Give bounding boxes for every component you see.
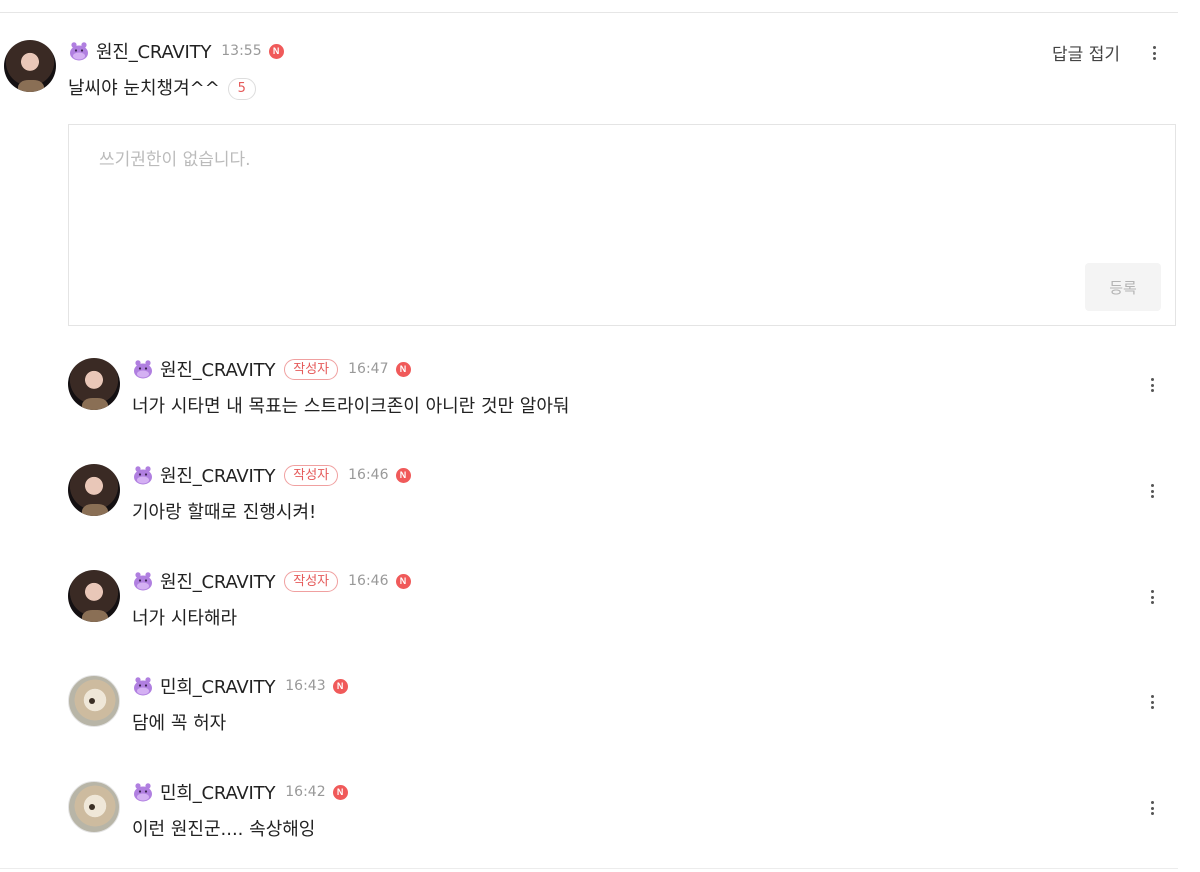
more-vertical-icon[interactable] — [1144, 797, 1160, 819]
naver-n-icon: N — [332, 784, 348, 800]
comment-time: 16:47 — [348, 361, 389, 377]
purple-hippo-icon — [134, 360, 152, 379]
purple-hippo-icon — [134, 466, 152, 485]
nickname[interactable]: 원진_CRAVITY — [160, 356, 275, 382]
comment-text: 이런 원진군.... 속상해잉 — [132, 819, 316, 840]
comment-time: 16:46 — [348, 467, 389, 483]
naver-n-icon: N — [332, 678, 348, 694]
comment-body: 날씨야 눈치챙겨^^ — [68, 78, 220, 99]
more-vertical-icon[interactable] — [1144, 691, 1160, 713]
reply-editor[interactable]: 쓰기권한이 없습니다. 등록 — [68, 124, 1176, 326]
bottom-divider — [0, 868, 1178, 869]
comment-header: 민희_CRAVITY 16:42 N — [132, 779, 348, 805]
reply-item: 원진_CRAVITY 작성자 16:46 N 기아랑 할때로 진행시켜! — [68, 462, 1174, 542]
naver-n-icon: N — [268, 43, 284, 59]
comment-header: 민희_CRAVITY 16:43 N — [132, 673, 348, 699]
naver-n-icon: N — [395, 573, 411, 589]
comment-text: 너가 시타해라 — [132, 608, 238, 629]
comment-time: 16:42 — [285, 784, 326, 800]
more-vertical-icon[interactable] — [1146, 42, 1162, 64]
submit-button[interactable]: 등록 — [1085, 263, 1161, 311]
comment-header: 원진_CRAVITY 13:55 N — [68, 38, 284, 64]
naver-n-icon: N — [395, 467, 411, 483]
avatar[interactable] — [68, 675, 120, 727]
nickname[interactable]: 원진_CRAVITY — [160, 568, 275, 594]
comment-text: 날씨야 눈치챙겨^^ 5 — [68, 74, 256, 100]
editor-placeholder: 쓰기권한이 없습니다. — [99, 150, 251, 170]
more-vertical-icon[interactable] — [1144, 586, 1160, 608]
reply-count-badge[interactable]: 5 — [227, 78, 256, 100]
top-divider — [0, 12, 1178, 13]
writer-badge: 작성자 — [284, 358, 339, 380]
reply-item: 민희_CRAVITY 16:43 N 담에 꼭 허자 — [68, 673, 1174, 753]
writer-badge: 작성자 — [284, 570, 339, 592]
comment-time: 13:55 — [221, 43, 262, 59]
nickname[interactable]: 원진_CRAVITY — [96, 38, 211, 64]
avatar[interactable] — [68, 358, 120, 410]
comment-header: 원진_CRAVITY 작성자 16:46 N — [132, 462, 411, 488]
avatar[interactable] — [68, 464, 120, 516]
naver-n-icon: N — [395, 361, 411, 377]
more-vertical-icon[interactable] — [1144, 374, 1160, 396]
nickname[interactable]: 원진_CRAVITY — [160, 462, 275, 488]
reply-item: 원진_CRAVITY 작성자 16:47 N 너가 시타면 내 목표는 스트라이… — [68, 356, 1174, 436]
comment-text: 너가 시타면 내 목표는 스트라이크존이 아니란 것만 알아둬 — [132, 396, 570, 417]
comment-header: 원진_CRAVITY 작성자 16:47 N — [132, 356, 411, 382]
avatar[interactable] — [68, 781, 120, 833]
fold-replies-button[interactable]: 답글 접기 — [1052, 40, 1120, 65]
comment-time: 16:43 — [285, 678, 326, 694]
comment-root: 원진_CRAVITY 13:55 N 날씨야 눈치챙겨^^ 5 답글 접기 — [4, 38, 1174, 118]
nickname[interactable]: 민희_CRAVITY — [160, 779, 275, 805]
purple-hippo-icon — [134, 572, 152, 591]
reply-item: 원진_CRAVITY 작성자 16:46 N 너가 시타해라 — [68, 568, 1174, 648]
comment-text: 기아랑 할때로 진행시켜! — [132, 502, 317, 523]
comment-header: 원진_CRAVITY 작성자 16:46 N — [132, 568, 411, 594]
comment-time: 16:46 — [348, 573, 389, 589]
nickname[interactable]: 민희_CRAVITY — [160, 673, 275, 699]
avatar[interactable] — [68, 570, 120, 622]
reply-item: 민희_CRAVITY 16:42 N 이런 원진군.... 속상해잉 — [68, 779, 1174, 859]
avatar[interactable] — [4, 40, 56, 92]
purple-hippo-icon — [70, 42, 88, 61]
purple-hippo-icon — [134, 677, 152, 696]
purple-hippo-icon — [134, 783, 152, 802]
comment-text: 담에 꼭 허자 — [132, 713, 227, 734]
more-vertical-icon[interactable] — [1144, 480, 1160, 502]
writer-badge: 작성자 — [284, 464, 339, 486]
